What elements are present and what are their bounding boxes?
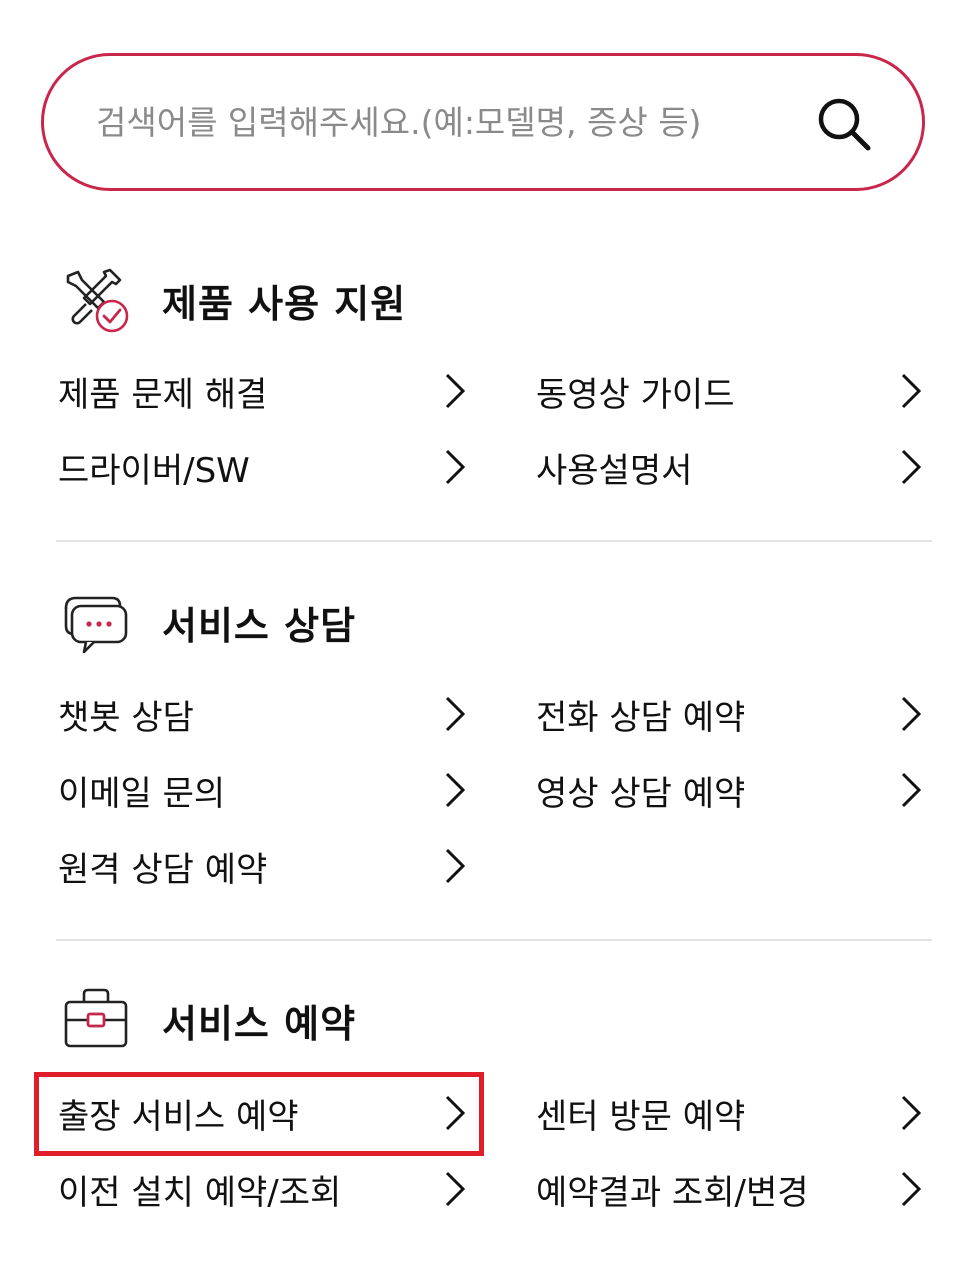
- chevron-right-icon: [445, 1171, 466, 1207]
- link-video-guide[interactable]: 동영상 가이드: [536, 356, 922, 426]
- section-header-service-booking: 서비스 예약: [58, 982, 356, 1058]
- section-divider: [56, 540, 932, 542]
- link-label: 이메일 문의: [58, 773, 226, 814]
- chevron-right-icon: [901, 1095, 922, 1131]
- link-phone-consultation-booking[interactable]: 전화 상담 예약: [536, 679, 922, 749]
- section-title: 서비스 상담: [162, 603, 357, 648]
- search-icon[interactable]: [816, 96, 872, 152]
- link-user-manual[interactable]: 사용설명서: [536, 432, 922, 502]
- link-label: 전화 상담 예약: [536, 697, 746, 738]
- link-label: 원격 상담 예약: [58, 849, 268, 890]
- search-input[interactable]: [96, 92, 796, 152]
- highlight-box: [34, 1072, 484, 1156]
- tools-check-icon: [66, 268, 129, 333]
- section-header-service-consultation: 서비스 상담: [58, 584, 356, 660]
- toolbox-icon: [64, 988, 128, 1048]
- link-label: 영상 상담 예약: [536, 773, 746, 814]
- link-email-inquiry[interactable]: 이메일 문의: [58, 755, 466, 825]
- link-label: 예약결과 조회/변경: [536, 1172, 809, 1213]
- link-booking-result-lookup[interactable]: 예약결과 조회/변경: [536, 1154, 922, 1224]
- link-label: 사용설명서: [536, 450, 693, 491]
- link-label: 드라이버/SW: [58, 450, 250, 491]
- chevron-right-icon: [445, 696, 466, 732]
- section-header-product-support: 제품 사용 지원: [58, 262, 406, 338]
- section-title: 서비스 예약: [162, 1001, 357, 1046]
- link-relocation-install-booking[interactable]: 이전 설치 예약/조회: [58, 1154, 466, 1224]
- chevron-right-icon: [901, 1171, 922, 1207]
- search-bar: [41, 53, 925, 191]
- link-label: 제품 문제 해결: [58, 374, 268, 415]
- chevron-right-icon: [901, 373, 922, 409]
- link-label: 이전 설치 예약/조회: [58, 1172, 342, 1213]
- link-center-visit-booking[interactable]: 센터 방문 예약: [536, 1078, 922, 1148]
- link-label: 센터 방문 예약: [536, 1096, 746, 1137]
- chevron-right-icon: [901, 449, 922, 485]
- section-divider: [56, 939, 932, 941]
- link-remote-consultation-booking[interactable]: 원격 상담 예약: [58, 831, 466, 901]
- chevron-right-icon: [901, 696, 922, 732]
- chevron-right-icon: [445, 449, 466, 485]
- link-label: 챗봇 상담: [58, 697, 194, 738]
- link-chatbot-consultation[interactable]: 챗봇 상담: [58, 679, 466, 749]
- link-driver-sw[interactable]: 드라이버/SW: [58, 432, 466, 502]
- chevron-right-icon: [901, 772, 922, 808]
- chevron-right-icon: [445, 848, 466, 884]
- chevron-right-icon: [445, 772, 466, 808]
- section-title: 제품 사용 지원: [162, 281, 407, 326]
- link-label: 동영상 가이드: [536, 374, 735, 415]
- chevron-right-icon: [445, 373, 466, 409]
- link-product-troubleshooting[interactable]: 제품 문제 해결: [58, 356, 466, 426]
- chat-bubbles-icon: [64, 596, 128, 654]
- link-video-consultation-booking[interactable]: 영상 상담 예약: [536, 755, 922, 825]
